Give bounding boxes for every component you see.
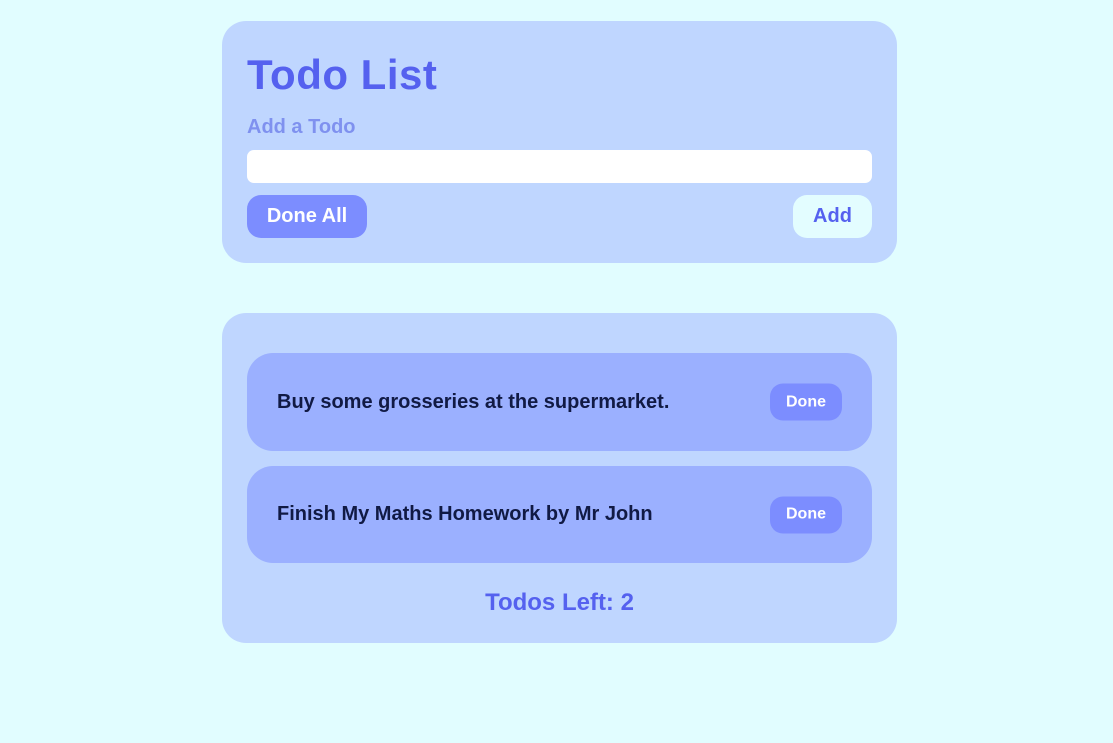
page-title: Todo List (247, 51, 438, 98)
todo-text: Buy some grosseries at the supermarket. (277, 390, 670, 413)
todo-input[interactable] (247, 150, 872, 183)
todo-text: Finish My Maths Homework by Mr John (277, 503, 653, 525)
todo-item: Buy some grosseries at the supermarket. … (247, 353, 872, 451)
add-todo-label: Add a Todo (247, 116, 356, 138)
done-button[interactable]: Done (770, 496, 842, 533)
add-button[interactable]: Add (793, 195, 872, 238)
done-all-button[interactable]: Done All (247, 195, 367, 238)
todo-item: Finish My Maths Homework by Mr John Done (247, 466, 872, 563)
done-button[interactable]: Done (770, 383, 842, 421)
todo-list-card: Buy some grosseries at the supermarket. … (222, 313, 897, 643)
todos-left-counter: Todos Left: 2 (485, 589, 634, 616)
add-todo-card: Todo List Add a Todo Done All Add (222, 21, 897, 263)
